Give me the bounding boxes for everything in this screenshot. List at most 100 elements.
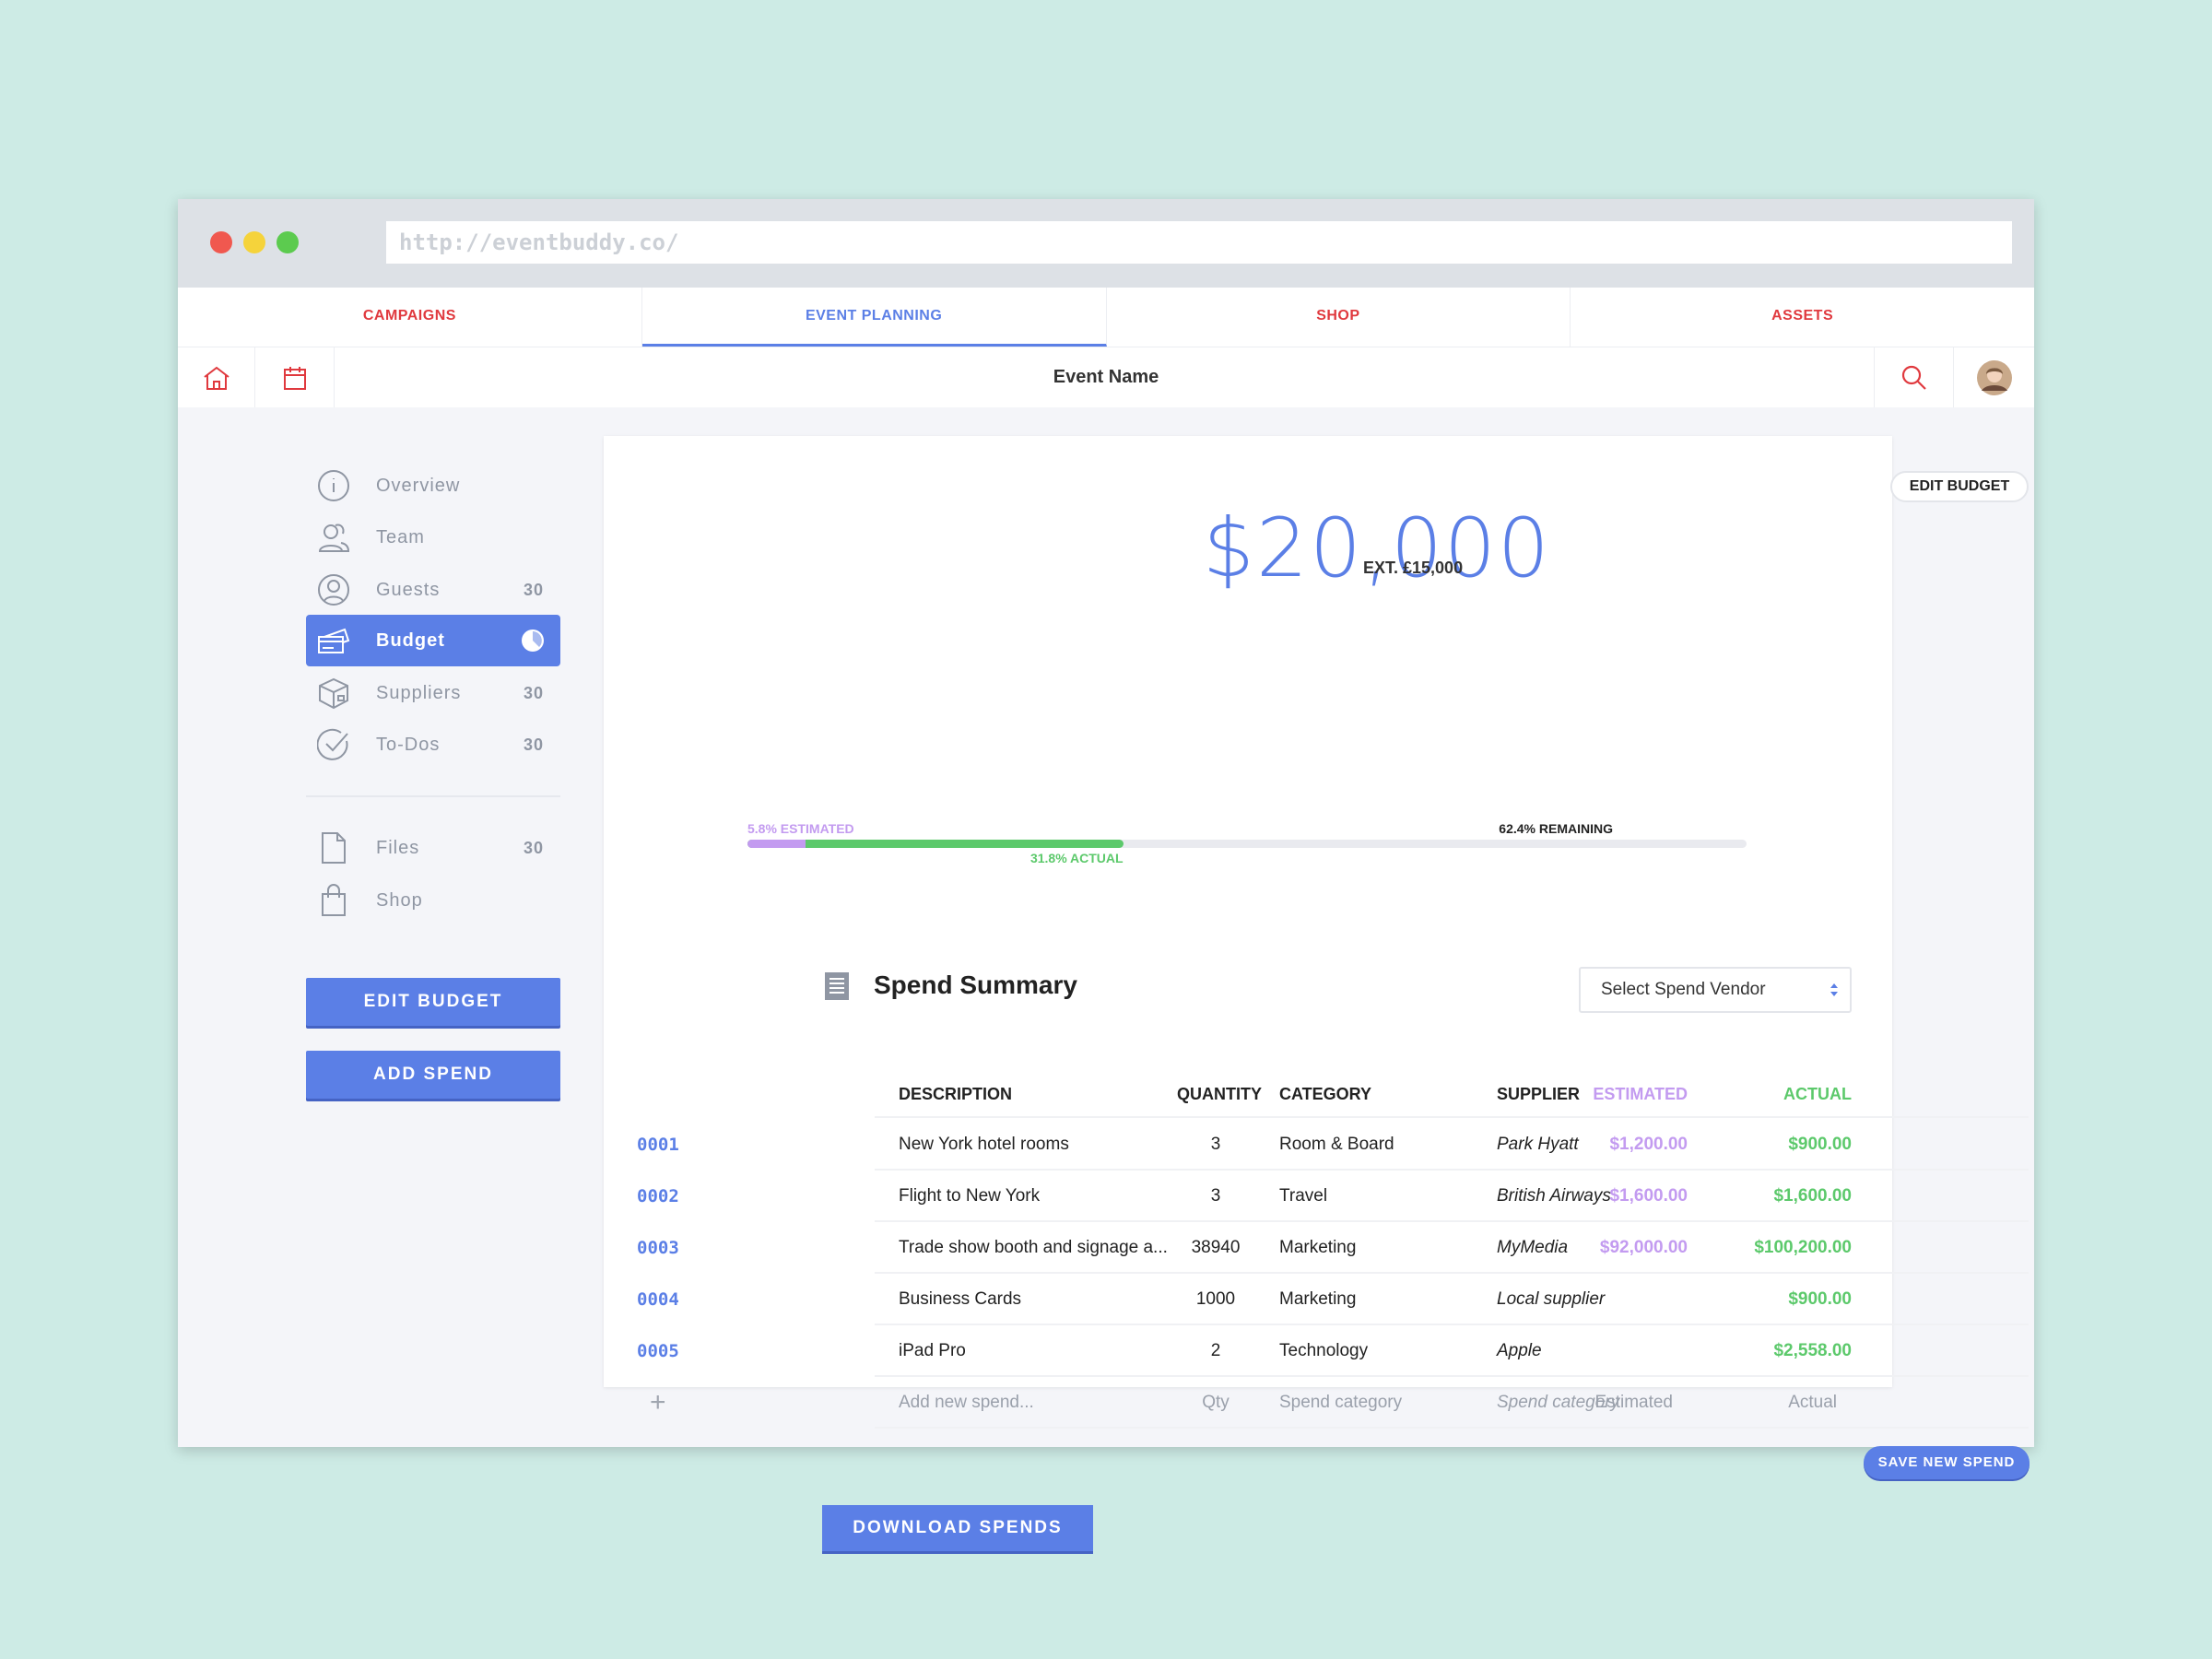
- spend-summary-title: Spend Summary: [874, 971, 1077, 999]
- table-row[interactable]: 0004 Business Cards 1000 Marketing Local…: [604, 1274, 1892, 1325]
- avatar-icon: [1976, 359, 2012, 395]
- sidebar-label: Team: [376, 526, 425, 547]
- guest-icon: [318, 574, 349, 606]
- vendor-select[interactable]: Select Spend Vendor: [1579, 967, 1852, 1013]
- row-description: Business Cards: [899, 1289, 1022, 1309]
- new-quantity-input[interactable]: Qty: [1179, 1377, 1253, 1429]
- sidebar-count: 30: [523, 735, 544, 754]
- tab-event-planning[interactable]: EVENT PLANNING: [641, 288, 1107, 347]
- calendar-button[interactable]: [255, 347, 335, 407]
- budget-amount: $20,000: [1203, 500, 1551, 595]
- sidebar-label: Suppliers: [376, 682, 462, 703]
- col-supplier: SUPPLIER: [1497, 1085, 1581, 1103]
- edit-budget-button[interactable]: EDIT BUDGET: [1890, 471, 2029, 502]
- file-icon: [322, 832, 346, 864]
- row-actual: $1,600.00: [1773, 1186, 1852, 1206]
- title-bar: http://eventbuddy.co/: [178, 199, 2034, 288]
- row-estimated: $1,600.00: [1609, 1186, 1688, 1206]
- row-category: Marketing: [1279, 1238, 1357, 1257]
- new-spend-row: + Add new spend... Qty Spend category Sp…: [604, 1377, 1892, 1429]
- row-supplier: Local supplier: [1497, 1289, 1606, 1309]
- row-quantity: 2: [1210, 1341, 1221, 1360]
- tab-assets[interactable]: ASSETS: [1571, 288, 2034, 347]
- sidebar-item-team[interactable]: Team: [306, 512, 560, 563]
- table-row[interactable]: 0005 iPad Pro 2 Technology Apple $2,558.…: [604, 1325, 1892, 1377]
- sidebar-item-shop[interactable]: Shop: [306, 875, 560, 926]
- select-arrows-icon: [1830, 983, 1838, 996]
- estimated-bar-fill: [747, 840, 806, 848]
- row-id[interactable]: 0002: [637, 1171, 679, 1222]
- sidebar-label: Guests: [376, 579, 441, 600]
- search-button[interactable]: [1874, 347, 1954, 407]
- home-button[interactable]: [178, 347, 255, 407]
- search-icon: [1901, 365, 1926, 390]
- col-estimated: ESTIMATED: [1593, 1085, 1688, 1103]
- row-category: Travel: [1279, 1186, 1328, 1206]
- col-category: CATEGORY: [1279, 1085, 1372, 1103]
- bag-icon: [322, 884, 346, 916]
- main-tabs: CAMPAIGNS EVENT PLANNING SHOP ASSETS: [178, 288, 2034, 347]
- add-row-plus-icon[interactable]: +: [650, 1377, 666, 1429]
- table-row[interactable]: 0002 Flight to New York 3 Travel British…: [604, 1171, 1892, 1222]
- new-estimated-input[interactable]: Estimated: [1595, 1377, 1673, 1429]
- row-supplier: MyMedia: [1497, 1238, 1569, 1257]
- tab-campaigns[interactable]: CAMPAIGNS: [178, 288, 642, 347]
- table-row[interactable]: 0003 Trade show booth and signage a... 3…: [604, 1222, 1892, 1274]
- check-circle-icon: [317, 728, 348, 760]
- row-id[interactable]: 0003: [637, 1222, 679, 1274]
- col-description: DESCRIPTION: [899, 1085, 1013, 1103]
- sidebar-item-suppliers[interactable]: Suppliers 30: [306, 667, 560, 719]
- row-category: Marketing: [1279, 1289, 1357, 1309]
- calendar-icon: [283, 366, 306, 390]
- new-category-input[interactable]: Spend category: [1279, 1377, 1402, 1429]
- row-supplier: Apple: [1497, 1341, 1542, 1360]
- row-quantity: 1000: [1195, 1289, 1236, 1309]
- sidebar-edit-budget-button[interactable]: EDIT BUDGET: [306, 978, 560, 1026]
- sidebar-label: Budget: [376, 629, 445, 651]
- sidebar-item-overview[interactable]: Overview: [306, 460, 560, 512]
- sidebar-count: 30: [523, 683, 544, 702]
- tab-shop[interactable]: SHOP: [1107, 288, 1571, 347]
- minimize-window-button[interactable]: [243, 231, 265, 253]
- row-quantity: 38940: [1191, 1238, 1241, 1257]
- user-avatar[interactable]: [1954, 347, 2034, 407]
- row-id[interactable]: 0001: [637, 1119, 679, 1171]
- sidebar-label: Shop: [376, 889, 423, 911]
- row-description: Flight to New York: [899, 1186, 1041, 1206]
- col-actual: ACTUAL: [1783, 1085, 1852, 1103]
- sidebar-item-todos[interactable]: To-Dos 30: [306, 719, 560, 771]
- save-new-spend-button[interactable]: SAVE NEW SPEND: [1864, 1446, 2030, 1479]
- url-bar[interactable]: http://eventbuddy.co/: [386, 221, 2012, 264]
- row-divider: [875, 1116, 2029, 1118]
- new-description-input[interactable]: Add new spend...: [899, 1377, 1034, 1429]
- close-window-button[interactable]: [210, 231, 232, 253]
- remaining-label: 62.4% REMAINING: [1499, 821, 1613, 836]
- row-id[interactable]: 0005: [637, 1325, 679, 1377]
- download-spends-button[interactable]: DOWNLOAD SPENDS: [822, 1505, 1093, 1551]
- table-row[interactable]: 0001 New York hotel rooms 3 Room & Board…: [604, 1119, 1892, 1171]
- credit-card-icon: [318, 628, 350, 653]
- maximize-window-button[interactable]: [276, 231, 299, 253]
- home-icon: [203, 366, 229, 390]
- row-description: iPad Pro: [899, 1341, 966, 1360]
- sidebar-item-guests[interactable]: Guests 30: [306, 564, 560, 616]
- team-icon: [318, 524, 350, 552]
- budget-progress-bar: [747, 840, 1747, 848]
- budget-card: EDIT BUDGET $20,000 EXT. £15,000 5.8% ES…: [604, 436, 2030, 1551]
- row-estimated: $92,000.00: [1599, 1238, 1688, 1257]
- row-description: Trade show booth and signage a...: [899, 1238, 1168, 1257]
- budget-ext: EXT. £15,000: [1363, 559, 1464, 577]
- row-quantity: 3: [1210, 1186, 1221, 1206]
- row-supplier: British Airways: [1497, 1186, 1611, 1206]
- row-id[interactable]: 0004: [637, 1274, 679, 1325]
- sidebar-item-files[interactable]: Files 30: [306, 822, 560, 874]
- actual-label: 31.8% ACTUAL: [1030, 851, 1124, 865]
- new-actual-input[interactable]: Actual: [1788, 1377, 1837, 1429]
- sidebar-label: Files: [376, 837, 420, 858]
- add-spend-button[interactable]: ADD SPEND: [306, 1051, 560, 1099]
- row-category: Room & Board: [1279, 1135, 1394, 1154]
- sidebar-count: 30: [523, 838, 544, 857]
- receipt-icon: [825, 972, 849, 1000]
- sidebar-count: 30: [523, 580, 544, 599]
- sidebar-item-budget[interactable]: Budget: [306, 615, 560, 666]
